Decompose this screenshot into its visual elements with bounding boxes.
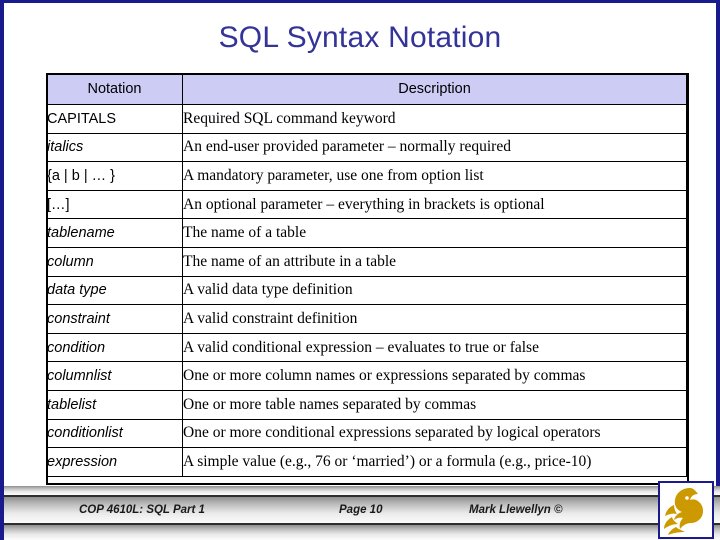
table-row: tablelist One or more table names separat… bbox=[46, 389, 687, 420]
footer-bar-bottom bbox=[4, 525, 720, 540]
description-cell: A valid conditional expression – evaluat… bbox=[182, 332, 687, 363]
footer-bar-top bbox=[4, 486, 720, 495]
description-cell: One or more conditional expressions sepa… bbox=[182, 418, 687, 449]
table-row: condition A valid conditional expression … bbox=[46, 332, 687, 363]
notation-cell: data type bbox=[46, 275, 183, 306]
slide: SQL Syntax Notation Notation Description… bbox=[0, 0, 720, 540]
table-body: CAPITALS Required SQL command keyword ital… bbox=[46, 104, 687, 477]
footer-page-number: Page 10 bbox=[339, 504, 383, 516]
notation-cell: expression bbox=[46, 447, 183, 477]
footer-author-label: Mark Llewellyn © bbox=[469, 504, 563, 516]
table-row: […] An optional parameter – everything in… bbox=[46, 189, 687, 220]
notation-cell: column bbox=[46, 246, 183, 277]
footer-text-row: COP 4610L: SQL Part 1 Page 10 Mark Llewe… bbox=[4, 497, 664, 523]
table-row: italics An end-user provided parameter – … bbox=[46, 132, 687, 163]
table-row: columnlist One or more column names or ex… bbox=[46, 361, 687, 391]
notation-cell: condition bbox=[46, 332, 183, 363]
table-row: CAPITALS Required SQL command keyword bbox=[46, 104, 687, 134]
notation-cell: tablename bbox=[46, 218, 183, 248]
syntax-notation-table: Notation Description CAPITALS Required SQ… bbox=[46, 73, 687, 477]
table-row: {a | b | … } A mandatory parameter, use o… bbox=[46, 161, 687, 191]
table-row: constraint A valid constraint definition bbox=[46, 304, 687, 334]
footer-course-label: COP 4610L: SQL Part 1 bbox=[79, 504, 205, 516]
notation-cell: tablelist bbox=[46, 389, 183, 420]
notation-cell: italics bbox=[46, 132, 183, 163]
notation-cell: […] bbox=[46, 189, 183, 220]
page-title: SQL Syntax Notation bbox=[218, 21, 502, 54]
description-cell: An optional parameter – everything in br… bbox=[182, 189, 687, 220]
notation-cell: columnlist bbox=[46, 361, 183, 391]
table-row: tablename The name of a table bbox=[46, 218, 687, 248]
description-cell: A valid data type definition bbox=[182, 275, 687, 306]
notation-cell: {a | b | … } bbox=[46, 161, 183, 191]
table-row: data type A valid data type definition bbox=[46, 275, 687, 306]
description-cell: A simple value (e.g., 76 or ‘married’) o… bbox=[182, 447, 687, 477]
slide-footer: COP 4610L: SQL Part 1 Page 10 Mark Llewe… bbox=[4, 481, 720, 540]
column-header-notation: Notation bbox=[46, 73, 183, 105]
description-cell: The name of a table bbox=[182, 218, 687, 248]
pegasus-icon bbox=[664, 488, 703, 535]
table-row: conditionlist One or more conditional exp… bbox=[46, 418, 687, 449]
notation-cell: conditionlist bbox=[46, 418, 183, 449]
table-row: column The name of an attribute in a tabl… bbox=[46, 246, 687, 277]
description-cell: An end-user provided parameter – normall… bbox=[182, 132, 687, 163]
notation-cell: CAPITALS bbox=[46, 104, 183, 134]
column-header-description: Description bbox=[182, 73, 687, 105]
description-cell: The name of an attribute in a table bbox=[182, 246, 687, 277]
notation-cell: constraint bbox=[46, 304, 183, 334]
description-cell: Required SQL command keyword bbox=[182, 104, 687, 134]
description-cell: A mandatory parameter, use one from opti… bbox=[182, 161, 687, 191]
table-header-row: Notation Description bbox=[46, 73, 687, 105]
description-cell: One or more column names or expressions … bbox=[182, 361, 687, 391]
table-row: expression A simple value (e.g., 76 or ‘m… bbox=[46, 447, 687, 477]
ucf-pegasus-logo bbox=[658, 481, 714, 539]
description-cell: A valid constraint definition bbox=[182, 304, 687, 334]
description-cell: One or more table names separated by com… bbox=[182, 389, 687, 420]
